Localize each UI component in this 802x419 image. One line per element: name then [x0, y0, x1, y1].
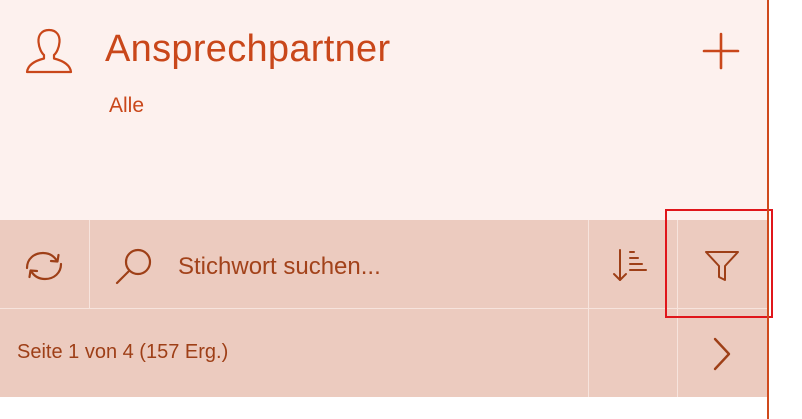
page-title: Ansprechpartner: [105, 28, 391, 70]
next-page-button[interactable]: [700, 332, 744, 376]
toolbar-separator: [89, 220, 90, 308]
sort-button[interactable]: [608, 242, 656, 290]
pager-separator: [677, 309, 678, 397]
add-contact-button[interactable]: [698, 28, 744, 74]
person-icon: [23, 26, 75, 78]
filter-highlight-box: [665, 209, 773, 318]
panel-border: [767, 0, 769, 419]
filter-scope-label[interactable]: Alle: [109, 94, 144, 118]
toolbar-separator: [588, 220, 589, 308]
refresh-button[interactable]: [18, 244, 70, 288]
pager-separator: [588, 309, 589, 397]
pagination-info: Seite 1 von 4 (157 Erg.): [17, 341, 229, 363]
search-input[interactable]: [178, 249, 578, 285]
search-icon: [112, 244, 156, 288]
